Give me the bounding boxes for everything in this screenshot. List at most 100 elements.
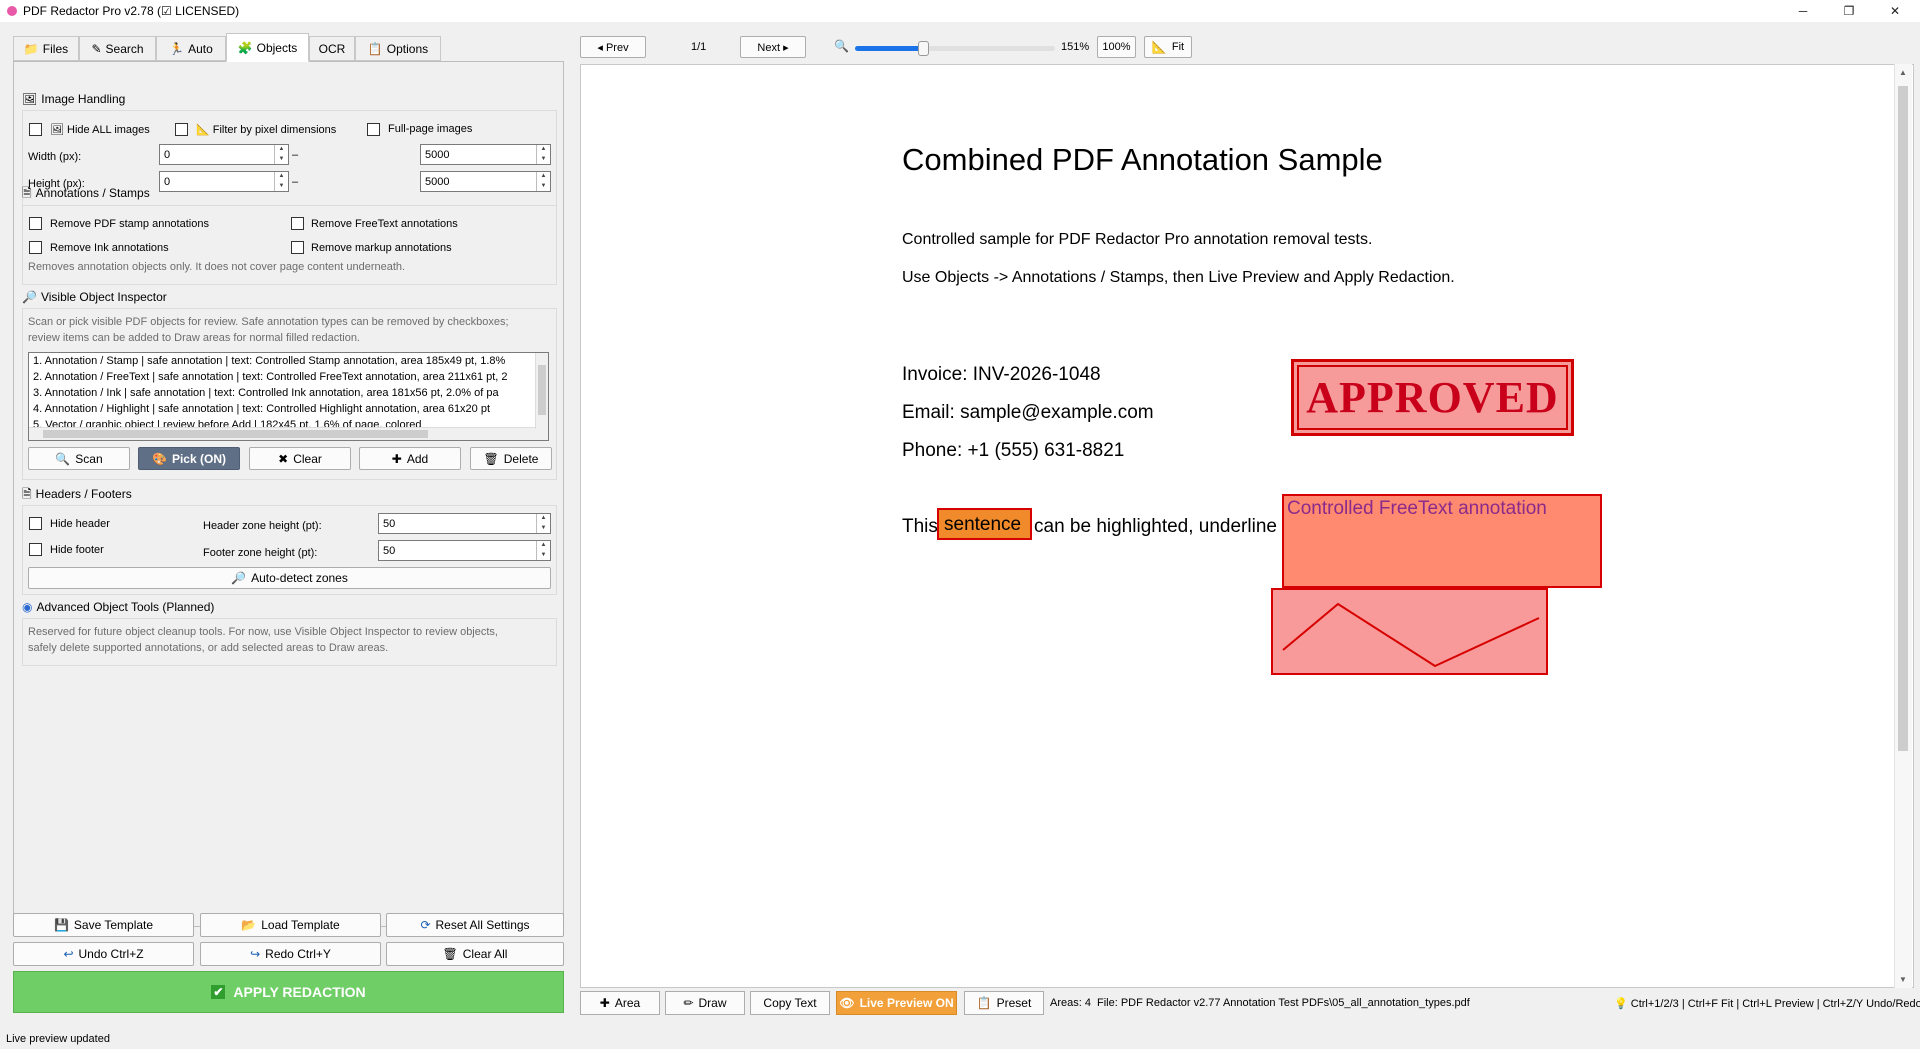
bottom-toolbar: ✚ Area ✏ Draw Copy Text 👁 Live Preview ON 📋… (568, 988, 1920, 1016)
zoom-100-button[interactable]: 100% (1097, 36, 1136, 58)
list-item[interactable]: 4. Annotation / Highlight | safe annotat… (29, 401, 548, 417)
range-dash: – (292, 176, 299, 188)
close-button[interactable]: ✕ (1872, 0, 1918, 22)
list-item[interactable]: 2. Annotation / FreeText | safe annotati… (29, 369, 548, 385)
height-min-input[interactable]: 0 ▲ ▼ (159, 171, 289, 192)
range-dash: – (292, 149, 299, 161)
pick-button[interactable]: 🎨 Pick (ON) (138, 447, 240, 470)
status-message: Live preview updated (6, 1033, 110, 1045)
inspector-hscrollbar[interactable] (29, 427, 548, 440)
footer-zone-input[interactable]: 50 ▲ ▼ (378, 540, 551, 561)
trash-icon: 🗑 (483, 451, 499, 466)
inspector-vscrollbar[interactable] (535, 353, 548, 429)
clipboard-icon: 📋 (976, 996, 992, 1010)
zoom-slider-handle[interactable] (918, 41, 929, 56)
undo-button[interactable]: ↩ Undo Ctrl+Z (13, 942, 194, 966)
tab-search[interactable]: ✎ Search (79, 36, 156, 61)
live-preview-button[interactable]: 👁 Live Preview ON (836, 991, 957, 1015)
stamp-annotation[interactable]: APPROVED (1291, 359, 1574, 436)
hide-footer-checkbox[interactable] (29, 543, 42, 556)
scan-button[interactable]: 🔍 Scan (28, 447, 130, 470)
full-page-images-checkbox[interactable] (367, 123, 380, 136)
copy-text-button[interactable]: Copy Text (750, 991, 830, 1015)
document-invoice: Invoice: INV-2026-1048 (902, 364, 1101, 385)
list-item[interactable]: 1. Annotation / Stamp | safe annotation … (29, 353, 548, 369)
tab-ocr[interactable]: OCR (309, 36, 355, 61)
filter-pixel-checkbox[interactable] (175, 123, 188, 136)
remove-markup-checkbox[interactable] (291, 241, 304, 254)
remove-freetext-checkbox[interactable] (291, 217, 304, 230)
tab-files[interactable]: 📁 Files (13, 36, 79, 61)
highlight-annotation[interactable]: sentence (937, 508, 1032, 540)
save-template-button[interactable]: 💾 Save Template (13, 913, 194, 937)
spin-arrows-icon[interactable]: ▲ ▼ (274, 145, 288, 164)
remove-freetext-label: Remove FreeText annotations (311, 218, 458, 230)
window-title: PDF Redactor Pro v2.78 (☑ LICENSED) (23, 4, 240, 18)
stamp-text: APPROVED (1306, 373, 1559, 422)
highlighted-text: sentence (944, 514, 1022, 535)
zoom-slider[interactable] (855, 41, 1055, 56)
filter-pixel-label: 📐 Filter by pixel dimensions (196, 124, 337, 136)
draw-button[interactable]: ✏ Draw (665, 991, 745, 1015)
tab-label: Files (42, 41, 69, 56)
zoom-percent: 151% (1061, 41, 1090, 53)
add-button[interactable]: ✚ Add (359, 447, 461, 470)
check-icon: ✔ (211, 985, 226, 999)
freetext-annotation[interactable]: Controlled FreeText annotation (1282, 494, 1602, 588)
auto-detect-zones-button[interactable]: 🔎 Auto-detect zones (28, 567, 551, 589)
header-zone-input[interactable]: 50 ▲ ▼ (378, 513, 551, 534)
delete-button[interactable]: 🗑 Delete (470, 447, 552, 470)
hide-all-images-checkbox[interactable] (29, 123, 42, 136)
remove-ink-checkbox[interactable] (29, 241, 42, 254)
remove-markup-label: Remove markup annotations (311, 242, 452, 254)
clear-button[interactable]: ✖ Clear (249, 447, 351, 470)
tab-options[interactable]: 📋 Options (355, 36, 441, 61)
apply-redaction-button[interactable]: ✔ APPLY REDACTION (13, 971, 564, 1013)
prev-page-button[interactable]: ◂ Prev (580, 36, 646, 58)
minimize-button[interactable]: ─ (1780, 0, 1826, 22)
remove-stamp-checkbox[interactable] (29, 217, 42, 230)
spin-arrows-icon[interactable]: ▲ ▼ (274, 172, 288, 191)
tab-auto[interactable]: 🏃 Auto (156, 36, 226, 61)
width-max-input[interactable]: 5000 ▲ ▼ (420, 144, 551, 165)
reset-all-settings-button[interactable]: ⟳ Reset All Settings (386, 913, 564, 937)
advanced-tools-heading: ◉ Advanced Object Tools (Planned) (22, 600, 215, 614)
load-template-button[interactable]: 📂 Load Template (200, 913, 381, 937)
trash-icon: 🗑 (442, 947, 458, 961)
inspector-list[interactable]: 1. Annotation / Stamp | safe annotation … (28, 352, 549, 441)
spin-arrows-icon[interactable]: ▲ ▼ (536, 541, 550, 560)
inspector-desc-2: review items can be added to Draw areas … (28, 332, 360, 344)
magnifier-icon: 🔍 (55, 451, 71, 466)
ink-annotation[interactable] (1271, 588, 1548, 675)
width-label: Width (px): (28, 151, 82, 163)
hscroll-thumb[interactable] (43, 430, 428, 438)
document-canvas[interactable]: Combined PDF Annotation Sample Controlle… (580, 64, 1914, 988)
scroll-up-arrow-icon[interactable]: ▲ (1899, 68, 1907, 77)
ruler-icon: 📐 (1151, 40, 1167, 54)
spin-arrows-icon[interactable]: ▲ ▼ (536, 172, 550, 191)
vscroll-thumb[interactable] (538, 365, 546, 415)
spin-arrows-icon[interactable]: ▲ ▼ (536, 514, 550, 533)
remove-stamp-label: Remove PDF stamp annotations (50, 218, 209, 230)
remove-ink-label: Remove Ink annotations (50, 242, 169, 254)
width-min-input[interactable]: 0 ▲ ▼ (159, 144, 289, 165)
annotations-heading: 🗎 Annotations / Stamps (22, 186, 150, 200)
spin-arrows-icon[interactable]: ▲ ▼ (536, 145, 550, 164)
clear-all-button[interactable]: 🗑 Clear All (386, 942, 564, 966)
document-vscrollbar[interactable]: ▲ ▼ (1894, 64, 1912, 988)
document-vscroll-thumb[interactable] (1898, 86, 1908, 751)
headers-footers-heading: 🗎 Headers / Footers (22, 487, 132, 501)
maximize-button[interactable]: ❐ (1826, 0, 1872, 22)
list-item[interactable]: 3. Annotation / Ink | safe annotation | … (29, 385, 548, 401)
height-max-input[interactable]: 5000 ▲ ▼ (420, 171, 551, 192)
tab-objects[interactable]: 🧩 Objects (226, 33, 309, 62)
magnifier-icon: 🔎 (231, 571, 247, 585)
area-button[interactable]: ✚ Area (580, 991, 660, 1015)
next-page-button[interactable]: Next ▸ (740, 36, 806, 58)
fit-button[interactable]: 📐 Fit (1144, 36, 1192, 58)
annotations-note: Removes annotation objects only. It does… (28, 261, 406, 273)
preset-button[interactable]: 📋 Preset (964, 991, 1044, 1015)
redo-button[interactable]: ↪ Redo Ctrl+Y (200, 942, 381, 966)
scroll-down-arrow-icon[interactable]: ▼ (1899, 975, 1907, 984)
hide-header-checkbox[interactable] (29, 517, 42, 530)
